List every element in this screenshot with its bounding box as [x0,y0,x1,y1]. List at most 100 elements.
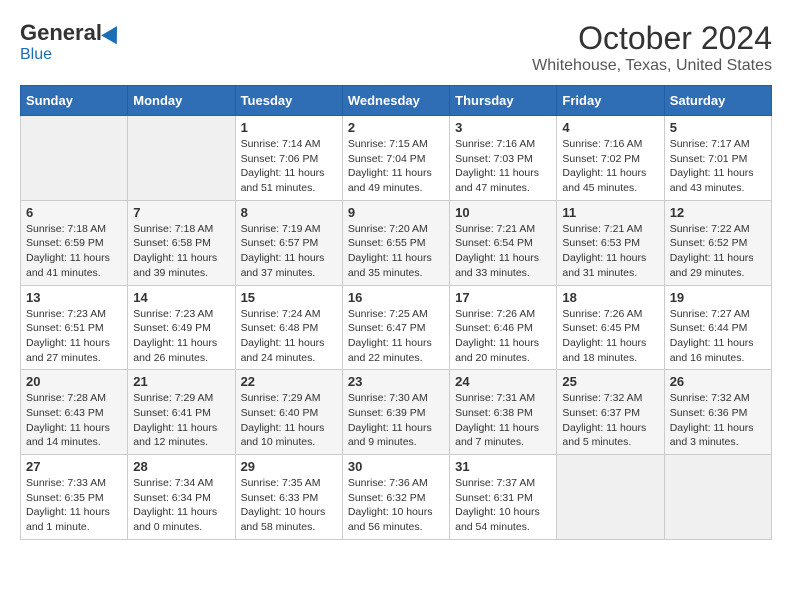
day-number: 12 [670,205,766,220]
day-number: 30 [348,459,444,474]
calendar-cell: 30 Sunrise: 7:36 AMSunset: 6:32 PMDayligh… [342,455,449,540]
day-info: Sunrise: 7:20 AMSunset: 6:55 PMDaylight:… [348,222,444,281]
day-number: 14 [133,290,229,305]
day-info: Sunrise: 7:18 AMSunset: 6:59 PMDaylight:… [26,222,122,281]
day-number: 26 [670,374,766,389]
day-info: Sunrise: 7:33 AMSunset: 6:35 PMDaylight:… [26,476,122,535]
calendar-cell: 13Sunrise: 7:23 AMSunset: 6:51 PMDayligh… [21,285,128,370]
week-row-2: 6 Sunrise: 7:18 AMSunset: 6:59 PMDaylight… [21,200,772,285]
day-info: Sunrise: 7:37 AMSunset: 6:31 PMDaylight:… [455,476,551,535]
weekday-row: SundayMondayTuesdayWednesdayThursdayFrid… [21,86,772,116]
day-info: Sunrise: 7:19 AMSunset: 6:57 PMDaylight:… [241,222,337,281]
title-block: October 2024 Whitehouse, Texas, United S… [532,20,772,75]
calendar-cell: 18Sunrise: 7:26 AMSunset: 6:45 PMDayligh… [557,285,664,370]
logo-blue-text: Blue [20,46,52,64]
calendar-cell: 24Sunrise: 7:31 AMSunset: 6:38 PMDayligh… [450,370,557,455]
calendar-cell: 5 Sunrise: 7:17 AMSunset: 7:01 PMDaylight… [664,116,771,201]
day-info: Sunrise: 7:23 AMSunset: 6:49 PMDaylight:… [133,307,229,366]
calendar-cell: 15 Sunrise: 7:24 AMSunset: 6:48 PMDayligh… [235,285,342,370]
calendar-cell [128,116,235,201]
day-number: 13 [26,290,122,305]
calendar-cell: 22Sunrise: 7:29 AMSunset: 6:40 PMDayligh… [235,370,342,455]
calendar-cell: 4 Sunrise: 7:16 AMSunset: 7:02 PMDaylight… [557,116,664,201]
day-number: 11 [562,205,658,220]
calendar-cell: 17 Sunrise: 7:26 AMSunset: 6:46 PMDayligh… [450,285,557,370]
day-number: 22 [241,374,337,389]
weekday-header-tuesday: Tuesday [235,86,342,116]
day-info: Sunrise: 7:26 AMSunset: 6:46 PMDaylight:… [455,307,551,366]
day-number: 29 [241,459,337,474]
day-info: Sunrise: 7:36 AMSunset: 6:32 PMDaylight:… [348,476,444,535]
day-info: Sunrise: 7:34 AMSunset: 6:34 PMDaylight:… [133,476,229,535]
day-info: Sunrise: 7:24 AMSunset: 6:48 PMDaylight:… [241,307,337,366]
weekday-header-wednesday: Wednesday [342,86,449,116]
calendar-cell: 9 Sunrise: 7:20 AMSunset: 6:55 PMDaylight… [342,200,449,285]
calendar-cell: 2Sunrise: 7:15 AMSunset: 7:04 PMDaylight… [342,116,449,201]
day-number: 17 [455,290,551,305]
day-info: Sunrise: 7:25 AMSunset: 6:47 PMDaylight:… [348,307,444,366]
day-info: Sunrise: 7:31 AMSunset: 6:38 PMDaylight:… [455,391,551,450]
calendar-cell: 1 Sunrise: 7:14 AMSunset: 7:06 PMDaylight… [235,116,342,201]
weekday-header-monday: Monday [128,86,235,116]
day-number: 8 [241,205,337,220]
week-row-4: 20 Sunrise: 7:28 AMSunset: 6:43 PMDayligh… [21,370,772,455]
day-number: 31 [455,459,551,474]
day-number: 10 [455,205,551,220]
day-info: Sunrise: 7:28 AMSunset: 6:43 PMDaylight:… [26,391,122,450]
day-number: 16 [348,290,444,305]
calendar-cell: 7 Sunrise: 7:18 AMSunset: 6:58 PMDaylight… [128,200,235,285]
day-info: Sunrise: 7:21 AMSunset: 6:54 PMDaylight:… [455,222,551,281]
calendar-cell: 16 Sunrise: 7:25 AMSunset: 6:47 PMDayligh… [342,285,449,370]
weekday-header-sunday: Sunday [21,86,128,116]
calendar-cell: 3 Sunrise: 7:16 AMSunset: 7:03 PMDaylight… [450,116,557,201]
day-info: Sunrise: 7:35 AMSunset: 6:33 PMDaylight:… [241,476,337,535]
calendar-body: 1 Sunrise: 7:14 AMSunset: 7:06 PMDaylight… [21,116,772,540]
calendar-cell: 12Sunrise: 7:22 AMSunset: 6:52 PMDayligh… [664,200,771,285]
day-info: Sunrise: 7:32 AMSunset: 6:37 PMDaylight:… [562,391,658,450]
week-row-3: 13Sunrise: 7:23 AMSunset: 6:51 PMDayligh… [21,285,772,370]
calendar-cell: 19Sunrise: 7:27 AMSunset: 6:44 PMDayligh… [664,285,771,370]
day-info: Sunrise: 7:27 AMSunset: 6:44 PMDaylight:… [670,307,766,366]
day-info: Sunrise: 7:16 AMSunset: 7:03 PMDaylight:… [455,137,551,196]
calendar-cell: 21 Sunrise: 7:29 AMSunset: 6:41 PMDayligh… [128,370,235,455]
calendar-cell: 29 Sunrise: 7:35 AMSunset: 6:33 PMDayligh… [235,455,342,540]
day-info: Sunrise: 7:17 AMSunset: 7:01 PMDaylight:… [670,137,766,196]
day-info: Sunrise: 7:29 AMSunset: 6:41 PMDaylight:… [133,391,229,450]
day-number: 15 [241,290,337,305]
week-row-5: 27 Sunrise: 7:33 AMSunset: 6:35 PMDayligh… [21,455,772,540]
day-number: 7 [133,205,229,220]
day-number: 5 [670,120,766,135]
day-info: Sunrise: 7:14 AMSunset: 7:06 PMDaylight:… [241,137,337,196]
calendar-cell: 26Sunrise: 7:32 AMSunset: 6:36 PMDayligh… [664,370,771,455]
day-number: 4 [562,120,658,135]
day-number: 20 [26,374,122,389]
weekday-header-thursday: Thursday [450,86,557,116]
calendar-cell [21,116,128,201]
day-number: 28 [133,459,229,474]
page: General Blue October 2024 Whitehouse, Te… [0,0,792,550]
day-info: Sunrise: 7:18 AMSunset: 6:58 PMDaylight:… [133,222,229,281]
calendar-cell: 14 Sunrise: 7:23 AMSunset: 6:49 PMDayligh… [128,285,235,370]
calendar-cell: 25Sunrise: 7:32 AMSunset: 6:37 PMDayligh… [557,370,664,455]
day-number: 9 [348,205,444,220]
day-info: Sunrise: 7:26 AMSunset: 6:45 PMDaylight:… [562,307,658,366]
day-number: 27 [26,459,122,474]
calendar-cell: 20 Sunrise: 7:28 AMSunset: 6:43 PMDayligh… [21,370,128,455]
day-number: 1 [241,120,337,135]
weekday-header-friday: Friday [557,86,664,116]
calendar-cell: 11 Sunrise: 7:21 AMSunset: 6:53 PMDayligh… [557,200,664,285]
day-number: 2 [348,120,444,135]
day-number: 23 [348,374,444,389]
day-number: 21 [133,374,229,389]
day-number: 3 [455,120,551,135]
logo-triangle-icon [101,22,125,45]
calendar-cell: 31 Sunrise: 7:37 AMSunset: 6:31 PMDayligh… [450,455,557,540]
calendar-cell [557,455,664,540]
day-info: Sunrise: 7:16 AMSunset: 7:02 PMDaylight:… [562,137,658,196]
calendar-cell: 10 Sunrise: 7:21 AMSunset: 6:54 PMDayligh… [450,200,557,285]
day-info: Sunrise: 7:21 AMSunset: 6:53 PMDaylight:… [562,222,658,281]
calendar-table: SundayMondayTuesdayWednesdayThursdayFrid… [20,85,772,540]
page-title: October 2024 [532,20,772,57]
header: General Blue October 2024 Whitehouse, Te… [20,20,772,75]
day-number: 6 [26,205,122,220]
